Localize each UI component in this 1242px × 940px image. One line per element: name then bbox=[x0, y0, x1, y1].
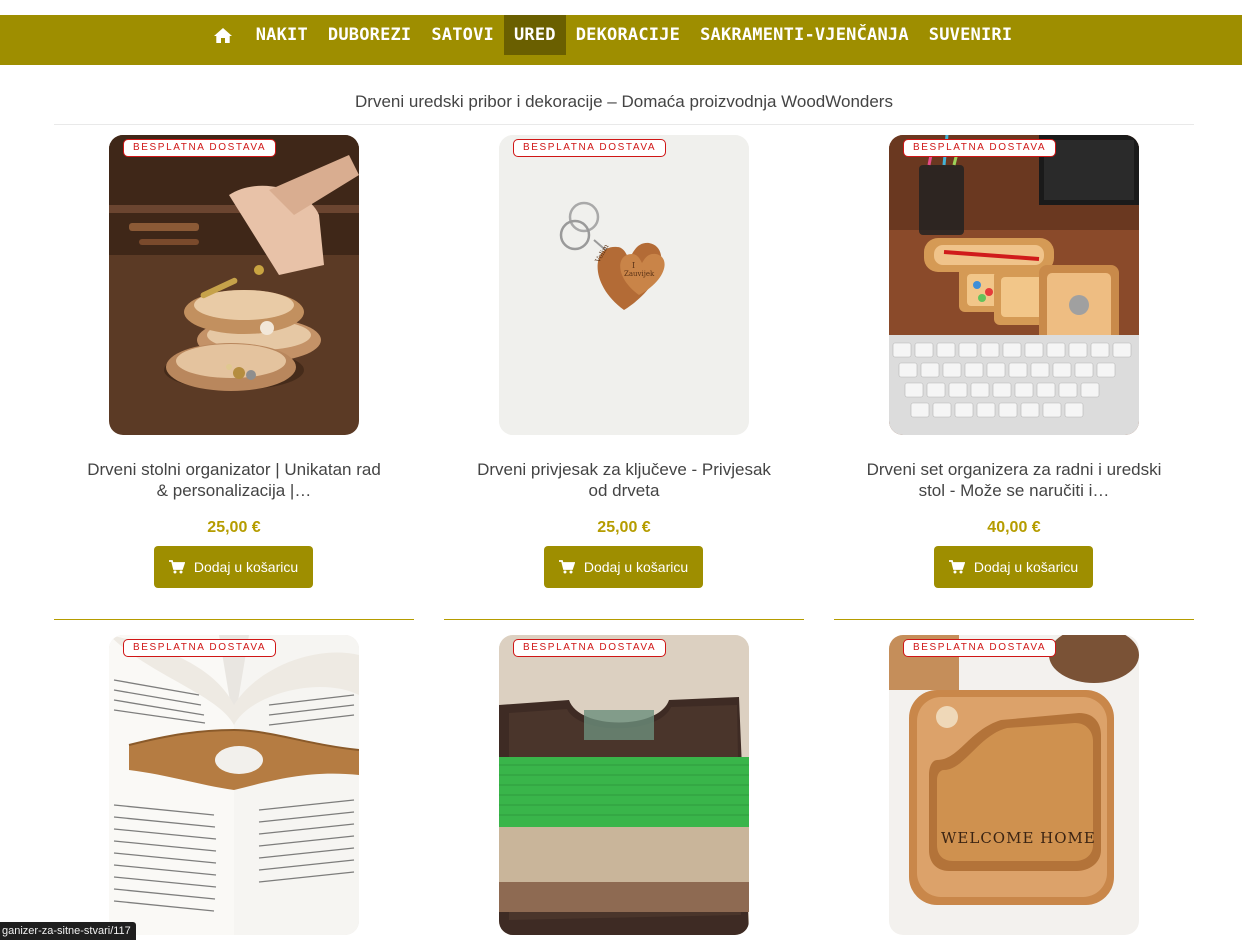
free-shipping-badge: BESPLATNA DOSTAVA bbox=[513, 639, 667, 657]
add-to-cart-label: Dodaj u košaricu bbox=[973, 559, 1079, 575]
nav-menu: NAKIT DUBOREZI SATOVI URED DEKORACIJE SA… bbox=[210, 15, 1023, 55]
product-name[interactable]: Drveni stolni organizator | Unikatan rad… bbox=[84, 459, 384, 501]
add-to-cart-label: Dodaj u košaricu bbox=[193, 559, 299, 575]
title-divider bbox=[54, 124, 1194, 125]
free-shipping-badge: BESPLATNA DOSTAVA bbox=[123, 139, 277, 157]
row-divider bbox=[444, 619, 804, 620]
nav-item-sakramenti-vjencanja[interactable]: SAKRAMENTI-VJENČANJA bbox=[690, 15, 919, 55]
nav-item-nakit[interactable]: NAKIT bbox=[246, 15, 318, 55]
svg-text:Zauvijek: Zauvijek bbox=[624, 270, 655, 278]
product-name[interactable]: Drveni set organizera za radni i uredski… bbox=[864, 459, 1164, 501]
free-shipping-badge: BESPLATNA DOSTAVA bbox=[513, 139, 667, 157]
product-image-keychain[interactable]: I Zauvijek Volim bbox=[499, 135, 749, 435]
add-to-cart-button[interactable]: Dodaj u košaricu bbox=[544, 546, 703, 588]
svg-text:WELCOME HOME: WELCOME HOME bbox=[941, 829, 1096, 847]
free-shipping-badge: BESPLATNA DOSTAVA bbox=[903, 639, 1057, 657]
cart-icon bbox=[948, 560, 965, 574]
product-image-book-holder[interactable] bbox=[109, 635, 359, 935]
add-to-cart-button[interactable]: Dodaj u košaricu bbox=[934, 546, 1093, 588]
product-image-welcome-home-tray[interactable]: WELCOME HOME bbox=[889, 635, 1139, 935]
row-divider bbox=[54, 619, 414, 620]
add-to-cart-button[interactable]: Dodaj u košaricu bbox=[154, 546, 313, 588]
nav-item-satovi[interactable]: SATOVI bbox=[421, 15, 504, 55]
nav-item-suveniri[interactable]: SUVENIRI bbox=[919, 15, 1022, 55]
nav-item-dekoracije[interactable]: DEKORACIJE bbox=[566, 15, 690, 55]
nav-item-ured[interactable]: URED bbox=[503, 15, 566, 55]
cart-icon bbox=[168, 560, 185, 574]
nav-item-duborezi[interactable]: DUBOREZI bbox=[318, 15, 421, 55]
product-image-desk-organizer-set[interactable] bbox=[889, 135, 1139, 435]
product-price: 40,00 € bbox=[987, 519, 1041, 536]
row-divider bbox=[834, 619, 1194, 620]
free-shipping-badge: BESPLATNA DOSTAVA bbox=[123, 639, 277, 657]
svg-text:I: I bbox=[632, 261, 635, 270]
product-price: 25,00 € bbox=[207, 519, 261, 536]
product-image-desk-organizer[interactable] bbox=[109, 135, 359, 435]
cart-icon bbox=[558, 560, 575, 574]
home-icon[interactable] bbox=[210, 15, 236, 55]
main-navbar: NAKIT DUBOREZI SATOVI URED DEKORACIJE SA… bbox=[0, 15, 1242, 65]
product-price: 25,00 € bbox=[597, 519, 651, 536]
link-status-bar: ganizer-za-sitne-stvari/117 bbox=[0, 922, 136, 940]
product-image-card-wallet[interactable] bbox=[499, 635, 749, 935]
free-shipping-badge: BESPLATNA DOSTAVA bbox=[903, 139, 1057, 157]
add-to-cart-label: Dodaj u košaricu bbox=[583, 559, 689, 575]
page-title: Drveni uredski pribor i dekoracije – Dom… bbox=[355, 92, 893, 111]
product-name[interactable]: Drveni privjesak za ključeve - Privjesak… bbox=[474, 459, 774, 501]
